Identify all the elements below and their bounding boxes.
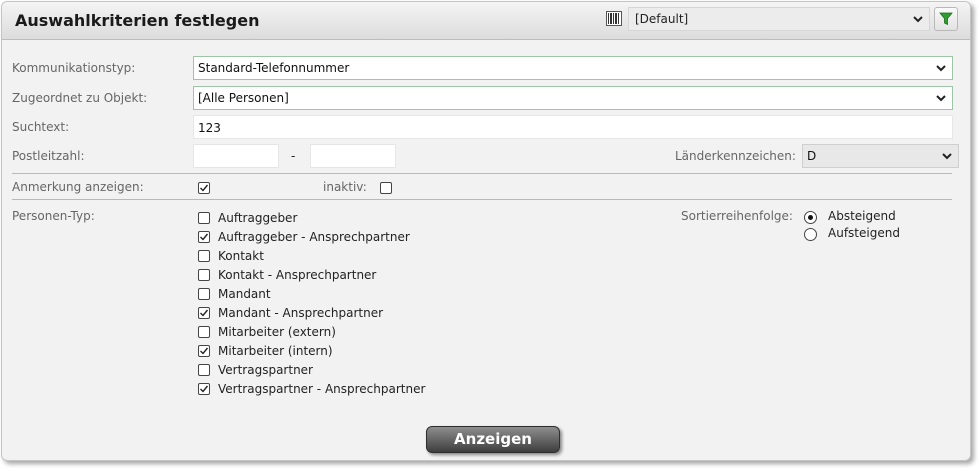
personen-typ-label-item: Kontakt - Ansprechpartner <box>218 268 377 282</box>
personen-typ-label-item: Mandant - Ansprechpartner <box>218 306 384 320</box>
laenderkennzeichen-select[interactable]: D <box>802 144 959 168</box>
postleitzahl-to-input[interactable] <box>310 144 396 168</box>
anmerkung-label: Anmerkung anzeigen: <box>12 180 144 194</box>
suchtext-label: Suchtext: <box>12 120 70 134</box>
personen-typ-checkbox[interactable] <box>198 383 210 395</box>
divider <box>12 199 952 200</box>
personen-typ-checkbox[interactable] <box>198 212 210 224</box>
zugeordnet-value: [Alle Personen] <box>198 91 289 105</box>
personen-typ-checkbox[interactable] <box>198 231 210 243</box>
personen-typ-checkbox[interactable] <box>198 345 210 357</box>
anmerkung-checkbox[interactable] <box>198 182 210 194</box>
personen-typ-label-item: Vertragspartner - Ansprechpartner <box>218 382 426 396</box>
laenderkennzeichen-value: D <box>807 149 817 163</box>
kommunikationstyp-value: Standard-Telefonnummer <box>198 61 350 75</box>
radio-aufsteigend-label: Aufsteigend <box>828 226 900 240</box>
personen-typ-label: Personen-Typ: <box>12 209 95 223</box>
anzeigen-button[interactable]: Anzeigen <box>426 426 560 453</box>
criteria-panel: Auswahlkriterien festlegen [Default] Kom… <box>1 1 971 461</box>
postleitzahl-from-input[interactable] <box>193 144 279 168</box>
radio-absteigend-label: Absteigend <box>828 209 896 223</box>
kommunikationstyp-label: Kommunikationstyp: <box>12 61 136 75</box>
suchtext-input[interactable]: 123 <box>193 115 953 139</box>
personen-typ-label-item: Auftraggeber - Ansprechpartner <box>218 230 410 244</box>
postleitzahl-separator: - <box>291 149 296 163</box>
personen-typ-checkbox[interactable] <box>198 269 210 281</box>
personen-typ-label-item: Mitarbeiter (extern) <box>218 325 336 339</box>
filter-icon <box>939 12 953 26</box>
filter-button[interactable] <box>934 7 958 31</box>
inaktiv-checkbox[interactable] <box>380 182 392 194</box>
radio-absteigend[interactable] <box>804 211 817 224</box>
sortierung-label: Sortierreihenfolge: <box>681 209 793 223</box>
laenderkennzeichen-label: Länderkennzeichen: <box>675 149 796 163</box>
personen-typ-checkbox[interactable] <box>198 250 210 262</box>
personen-typ-checkbox[interactable] <box>198 364 210 376</box>
zugeordnet-select[interactable]: [Alle Personen] <box>193 86 953 110</box>
kommunikationstyp-select[interactable]: Standard-Telefonnummer <box>193 56 953 80</box>
postleitzahl-label: Postleitzahl: <box>12 149 85 163</box>
zugeordnet-label: Zugeordnet zu Objekt: <box>12 91 148 105</box>
chevron-down-icon <box>936 145 958 167</box>
personen-typ-checkbox[interactable] <box>198 307 210 319</box>
personen-typ-label-item: Kontakt <box>218 249 264 263</box>
preset-value: [Default] <box>635 12 689 26</box>
chevron-down-icon <box>912 13 924 25</box>
barcode-icon[interactable] <box>606 11 622 26</box>
panel-header: Auswahlkriterien festlegen [Default] <box>2 2 970 40</box>
page-title: Auswahlkriterien festlegen <box>15 11 260 30</box>
personen-typ-checkbox[interactable] <box>198 326 210 338</box>
divider <box>12 173 952 174</box>
inaktiv-label: inaktiv: <box>323 180 367 194</box>
personen-typ-checkbox[interactable] <box>198 288 210 300</box>
personen-typ-label-item: Mandant <box>218 287 271 301</box>
personen-typ-label-item: Vertragspartner <box>218 363 313 377</box>
radio-aufsteigend[interactable] <box>804 228 817 241</box>
personen-typ-label-item: Mitarbeiter (intern) <box>218 344 333 358</box>
personen-typ-label-item: Auftraggeber <box>218 211 298 225</box>
preset-select[interactable]: [Default] <box>628 7 930 31</box>
chevron-down-icon <box>930 57 952 79</box>
chevron-down-icon <box>930 87 952 109</box>
suchtext-value: 123 <box>198 121 221 135</box>
